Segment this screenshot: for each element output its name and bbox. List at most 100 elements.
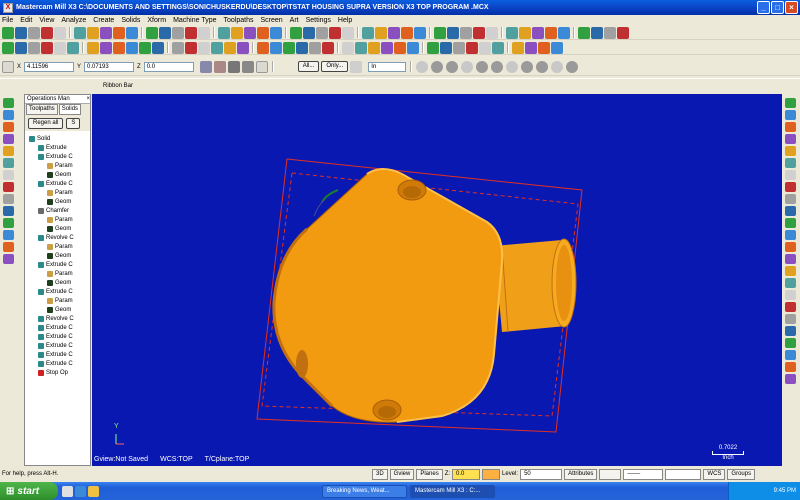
view-tool-5-icon[interactable] <box>3 146 14 156</box>
close-button[interactable]: × <box>785 1 798 14</box>
main-tool-29-icon[interactable] <box>401 26 413 39</box>
create-tool-10-icon[interactable] <box>126 41 138 54</box>
main-tool-27-icon[interactable] <box>375 26 387 39</box>
tree-node[interactable]: Extrude C <box>29 341 90 350</box>
tree-node[interactable]: Geom <box>29 170 90 179</box>
line-width-select[interactable] <box>665 468 702 480</box>
selection-mode-11-icon[interactable] <box>566 60 579 73</box>
quick-launch-3-icon[interactable] <box>88 485 99 497</box>
create-tool-7-icon[interactable] <box>87 41 99 54</box>
selection-mode-10-icon[interactable] <box>551 60 564 73</box>
tree-node[interactable]: Extrude C <box>29 152 90 161</box>
main-tool-20-icon[interactable] <box>270 26 282 39</box>
create-tool-15-icon[interactable] <box>198 41 210 54</box>
main-tool-41-icon[interactable] <box>578 26 590 39</box>
quick-launch-2-icon[interactable] <box>75 485 86 497</box>
main-tool-21-icon[interactable] <box>290 26 302 39</box>
selection-mode-8-icon[interactable] <box>521 60 534 73</box>
mru-tool-4-icon[interactable] <box>785 134 796 144</box>
view-tool-9-icon[interactable] <box>3 194 14 204</box>
create-tool-13-icon[interactable] <box>172 41 184 54</box>
selection-mode-9-icon[interactable] <box>536 60 549 73</box>
tree-node[interactable]: Extrude C <box>29 287 90 296</box>
view-tool-4-icon[interactable] <box>3 134 14 144</box>
main-tool-7-icon[interactable] <box>87 26 99 39</box>
mru-tool-9-icon[interactable] <box>785 194 796 204</box>
tree-node[interactable]: Param <box>29 161 90 170</box>
mru-tool-8-icon[interactable] <box>785 182 796 192</box>
tree-node[interactable]: Extrude C <box>29 359 90 368</box>
main-tool-11-icon[interactable] <box>146 26 158 39</box>
maximize-button[interactable]: □ <box>771 1 784 14</box>
create-tool-25-icon[interactable] <box>342 41 354 54</box>
mru-tool-15-icon[interactable] <box>785 266 796 276</box>
main-tool-28-icon[interactable] <box>388 26 400 39</box>
main-tool-40-icon[interactable] <box>558 26 570 39</box>
taskbar-item[interactable]: Breaking News, Weat... <box>322 484 407 498</box>
menu-item-analyze[interactable]: Analyze <box>61 17 86 24</box>
wcs-button[interactable]: WCS <box>703 468 726 480</box>
mru-tool-13-icon[interactable] <box>785 242 796 252</box>
menu-item-screen[interactable]: Screen <box>260 17 282 24</box>
mru-tool-18-icon[interactable] <box>785 302 796 312</box>
line-style-select[interactable]: ─── <box>623 468 664 480</box>
view-tool-6-icon[interactable] <box>3 158 14 168</box>
menu-item-art[interactable]: Art <box>290 17 299 24</box>
create-tool-11-icon[interactable] <box>139 41 151 54</box>
create-tool-29-icon[interactable] <box>394 41 406 54</box>
view-tool-12-icon[interactable] <box>3 230 14 240</box>
xyz-icon[interactable] <box>2 60 14 73</box>
tree-node[interactable]: Extrude C <box>29 323 90 332</box>
mru-tool-16-icon[interactable] <box>785 278 796 288</box>
sketch-icon[interactable] <box>241 60 254 73</box>
create-tool-34-icon[interactable] <box>466 41 478 54</box>
mru-tool-6-icon[interactable] <box>785 158 796 168</box>
main-tool-3-icon[interactable] <box>28 26 40 39</box>
create-tool-33-icon[interactable] <box>453 41 465 54</box>
main-tool-9-icon[interactable] <box>113 26 125 39</box>
x-coord-field[interactable]: 4.11596 <box>24 61 75 72</box>
s-button[interactable]: S <box>66 117 81 129</box>
main-tool-32-icon[interactable] <box>447 26 459 39</box>
mru-tool-24-icon[interactable] <box>785 374 796 384</box>
create-tool-16-icon[interactable] <box>211 41 223 54</box>
main-tool-25-icon[interactable] <box>342 26 354 39</box>
create-tool-27-icon[interactable] <box>368 41 380 54</box>
tree-node[interactable]: Param <box>29 242 90 251</box>
selection-mode-5-icon[interactable] <box>476 60 489 73</box>
main-tool-34-icon[interactable] <box>473 26 485 39</box>
tab-solids[interactable]: Solids <box>58 104 82 115</box>
selection-mode-4-icon[interactable] <box>461 60 474 73</box>
help-icon[interactable] <box>255 60 268 73</box>
fast-point-icon[interactable] <box>199 60 212 73</box>
main-tool-15-icon[interactable] <box>198 26 210 39</box>
attributes-button[interactable]: Attributes <box>564 468 598 480</box>
level-field[interactable]: 50 <box>520 468 563 480</box>
create-tool-30-icon[interactable] <box>407 41 419 54</box>
create-tool-3-icon[interactable] <box>28 41 40 54</box>
selection-mode-1-icon[interactable] <box>416 60 429 73</box>
view-tool-13-icon[interactable] <box>3 242 14 252</box>
tree-node[interactable]: Geom <box>29 224 90 233</box>
quick-launch-1-icon[interactable] <box>62 485 73 497</box>
main-tool-19-icon[interactable] <box>257 26 269 39</box>
main-tool-13-icon[interactable] <box>172 26 184 39</box>
view-tool-3-icon[interactable] <box>3 122 14 132</box>
main-tool-33-icon[interactable] <box>460 26 472 39</box>
mru-tool-20-icon[interactable] <box>785 326 796 336</box>
main-tool-38-icon[interactable] <box>532 26 544 39</box>
selection-mode-3-icon[interactable] <box>446 60 459 73</box>
create-tool-35-icon[interactable] <box>479 41 491 54</box>
regen-all-button[interactable]: Regen all <box>28 117 64 129</box>
view-tool-11-icon[interactable] <box>3 218 14 228</box>
create-tool-31-icon[interactable] <box>427 41 439 54</box>
create-tool-14-icon[interactable] <box>185 41 197 54</box>
main-tool-43-icon[interactable] <box>604 26 616 39</box>
create-tool-21-icon[interactable] <box>283 41 295 54</box>
main-tool-37-icon[interactable] <box>519 26 531 39</box>
tree-node[interactable]: Extrude C <box>29 179 90 188</box>
main-tool-42-icon[interactable] <box>591 26 603 39</box>
mode-3d-button[interactable]: 3D <box>372 468 388 480</box>
selection-mode-7-icon[interactable] <box>506 60 519 73</box>
menu-item-file[interactable]: File <box>2 17 13 24</box>
